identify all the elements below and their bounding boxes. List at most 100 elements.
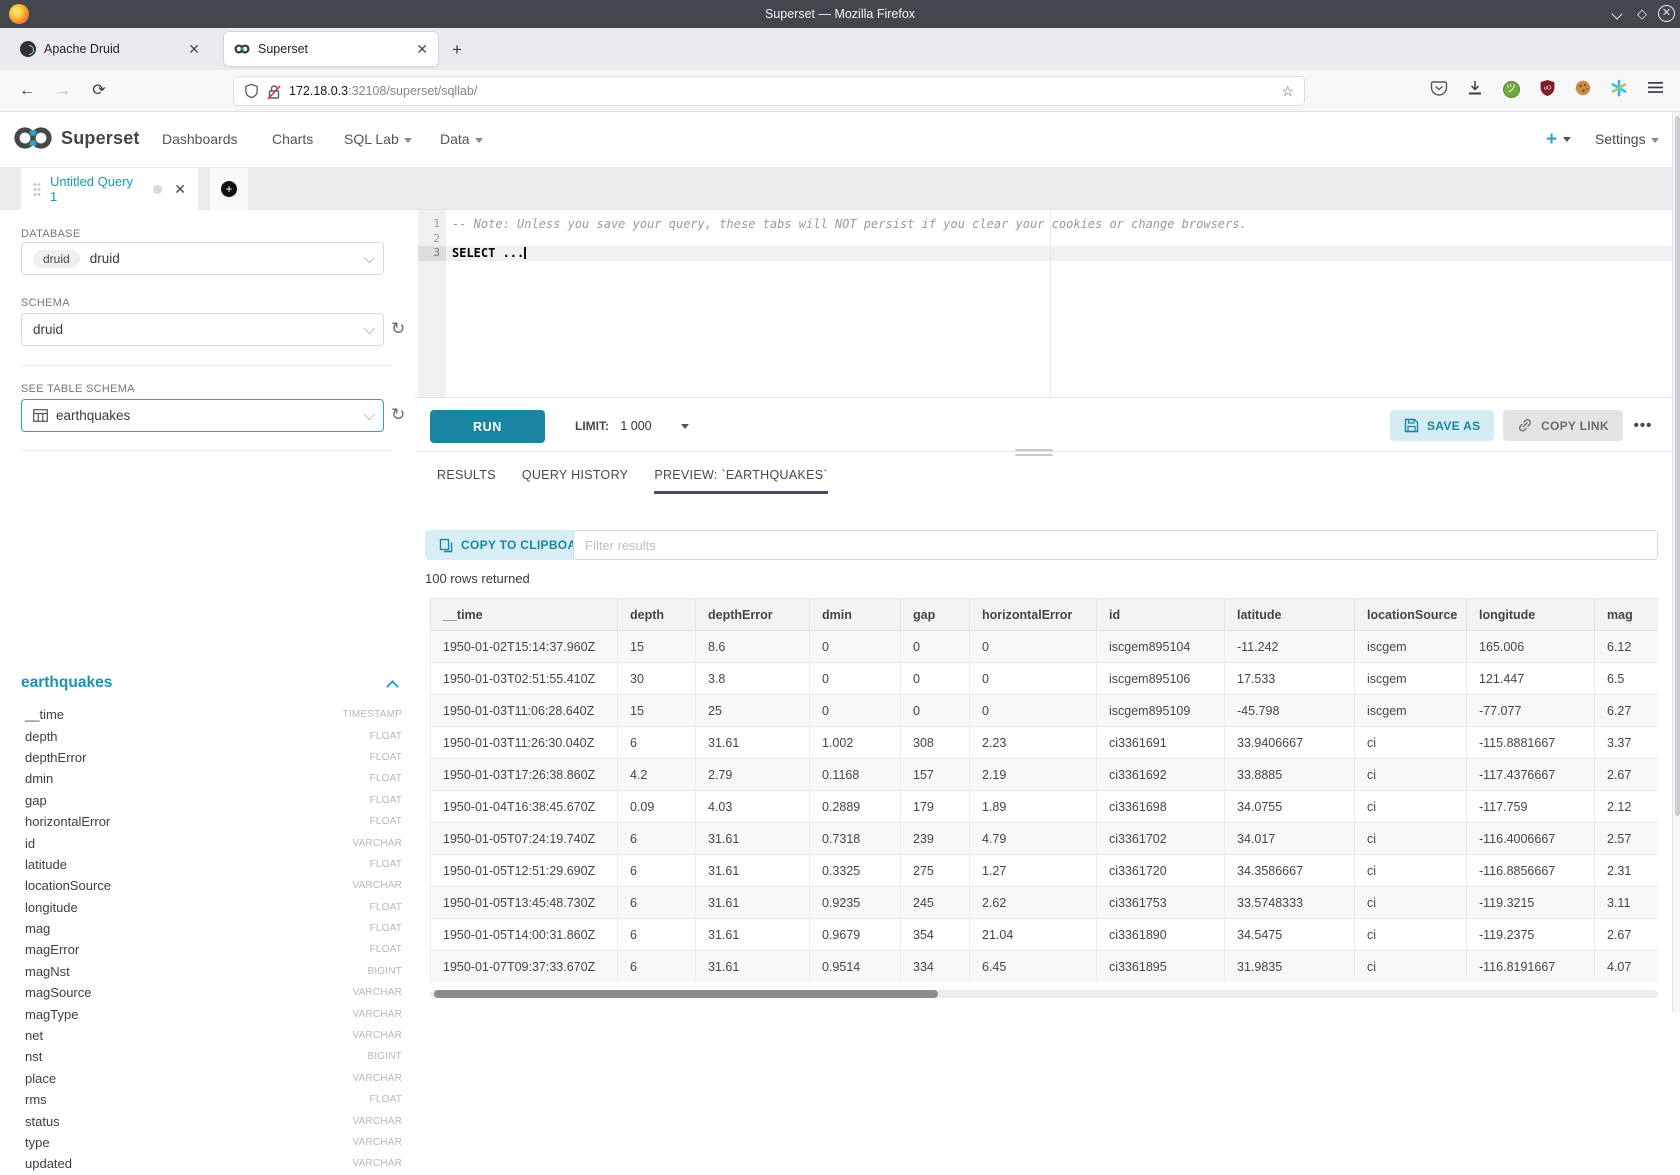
table-cell: 33.8885 [1225,759,1355,791]
column-name: latitude [25,857,67,872]
superset-logo[interactable]: Superset [12,125,140,151]
copy-link-button[interactable]: COPY LINK [1503,410,1623,441]
database-label: DATABASE [21,228,80,240]
table-cell: 33.5748333 [1225,887,1355,919]
tab-close-icon[interactable]: ✕ [416,41,428,58]
schema-column-row: longitudeFLOAT [25,897,402,918]
table-cell: ci3361691 [1097,727,1225,759]
table-cell: 4.2 [618,759,696,791]
insecure-lock-icon[interactable] [267,83,281,99]
schema-column-row: magTypeVARCHAR [25,1003,402,1024]
schema-column-row: typeVARCHAR [25,1132,402,1153]
column-header-locationSource[interactable]: locationSource [1355,599,1467,631]
run-button[interactable]: RUN [430,410,545,443]
refresh-schema-icon[interactable]: ↻ [391,320,409,338]
table-select[interactable]: earthquakes [21,399,384,432]
nav-data[interactable]: Data [440,112,483,167]
filter-results-input[interactable] [573,530,1658,560]
scrollbar-thumb[interactable] [434,990,938,998]
pane-resize-handle[interactable] [1015,449,1053,459]
column-header-__time[interactable]: __time [431,599,618,631]
table-cell: 6 [618,919,696,951]
schema-column-row: latitude FLOAT [25,854,402,875]
tab-preview-earthquakes[interactable]: PREVIEW: `EARTHQUAKES` [654,468,828,494]
table-cell: ci3361895 [1097,951,1225,983]
schema-select[interactable]: druid [21,313,384,346]
table-cell: 6.45 [970,951,1097,983]
tab-results[interactable]: RESULTS [437,468,496,494]
table-row: 1950-01-02T15:14:37.960Z158.6000iscgem89… [431,631,1659,663]
drag-handle-icon[interactable] [33,182,41,196]
new-item-button[interactable]: + [1546,112,1571,167]
extension-cookie-icon[interactable] [1572,79,1594,101]
superset-infinity-icon [12,125,54,151]
table-cell: 1950-01-05T07:24:19.740Z [431,823,618,855]
column-header-gap[interactable]: gap [901,599,970,631]
column-header-latitude[interactable]: latitude [1225,599,1355,631]
url-bar[interactable]: 172.18.0.3:32108/superset/sqllab/ ☆ [233,76,1305,106]
horizontal-scrollbar[interactable] [430,990,1658,998]
reload-icon[interactable]: ⟳ [86,78,112,104]
column-header-dmin[interactable]: dmin [810,599,901,631]
add-query-tab-button[interactable]: + [210,168,248,210]
vertical-scrollbar[interactable] [1672,112,1680,1012]
table-cell: 1.27 [970,855,1097,887]
column-type: VARCHAR [352,1073,402,1084]
column-name: magNst [25,964,70,979]
query-tab-untitled[interactable]: Untitled Query 1 ✕ [21,168,198,210]
schema-value: druid [33,322,63,337]
window-minimize-icon[interactable] [1608,5,1626,23]
limit-dropdown[interactable]: LIMIT: 1 000 [575,410,689,443]
column-header-longitude[interactable]: longitude [1467,599,1595,631]
save-as-button[interactable]: SAVE AS [1390,410,1494,441]
refresh-table-icon[interactable]: ↻ [391,406,409,424]
column-type: VARCHAR [352,1009,402,1020]
more-options-button[interactable]: ••• [1625,410,1661,441]
browser-tab-superset[interactable]: Superset ✕ [224,32,438,66]
table-cell: 34.3586667 [1225,855,1355,887]
back-icon[interactable]: ← [14,78,40,104]
column-type: FLOAT [370,902,402,913]
table-cell: -119.3215 [1467,887,1595,919]
nav-charts[interactable]: Charts [272,112,313,167]
browser-tab-apache-druid[interactable]: Apache Druid ✕ [10,32,210,66]
menu-hamburger-icon[interactable] [1644,79,1666,101]
column-header-depthError[interactable]: depthError [696,599,810,631]
tab-close-icon[interactable]: ✕ [188,41,200,58]
sql-editor[interactable]: 123 -- Note: Unless you save your query,… [415,210,1680,398]
table-cell: 2.62 [970,887,1097,919]
window-maximize-icon[interactable]: ◇ [1633,5,1651,23]
nav-dashboards[interactable]: Dashboards [162,112,238,167]
column-type: VARCHAR [352,1158,402,1169]
extension-ghostery-icon[interactable]: ツ [1500,79,1522,101]
extension-asterisk-icon[interactable] [1608,79,1630,101]
table-cell: 6 [618,887,696,919]
new-tab-button[interactable]: + [452,40,462,60]
schema-column-row: depthFLOAT [25,725,402,746]
column-header-depth[interactable]: depth [618,599,696,631]
database-select[interactable]: druid druid [21,242,384,275]
window-close-icon[interactable]: ✕ [1658,5,1675,22]
column-header-mag[interactable]: mag [1595,599,1659,631]
forward-icon[interactable]: → [50,78,76,104]
column-name: type [25,1135,50,1150]
line-number: 3 [418,246,446,261]
bookmark-star-icon[interactable]: ☆ [1281,83,1294,100]
scrollbar-thumb[interactable] [1675,116,1680,816]
tab-query-history[interactable]: QUERY HISTORY [522,468,628,494]
collapse-chevron-icon[interactable] [386,680,399,693]
pocket-icon[interactable] [1428,79,1450,101]
url-text[interactable]: 172.18.0.3:32108/superset/sqllab/ [289,84,477,98]
column-header-id[interactable]: id [1097,599,1225,631]
settings-menu[interactable]: Settings [1595,112,1659,167]
shield-icon[interactable] [244,83,259,99]
close-icon[interactable]: ✕ [174,181,186,198]
download-icon[interactable] [1464,79,1486,101]
table-cell: 2.67 [1595,759,1659,791]
nav-sql-lab[interactable]: SQL Lab [344,112,412,167]
table-schema-title[interactable]: earthquakes [21,674,112,692]
table-cell: ci3361698 [1097,791,1225,823]
column-header-horizontalError[interactable]: horizontalError [970,599,1097,631]
column-type: FLOAT [370,859,402,870]
extension-ublock-icon[interactable]: uO [1536,79,1558,101]
